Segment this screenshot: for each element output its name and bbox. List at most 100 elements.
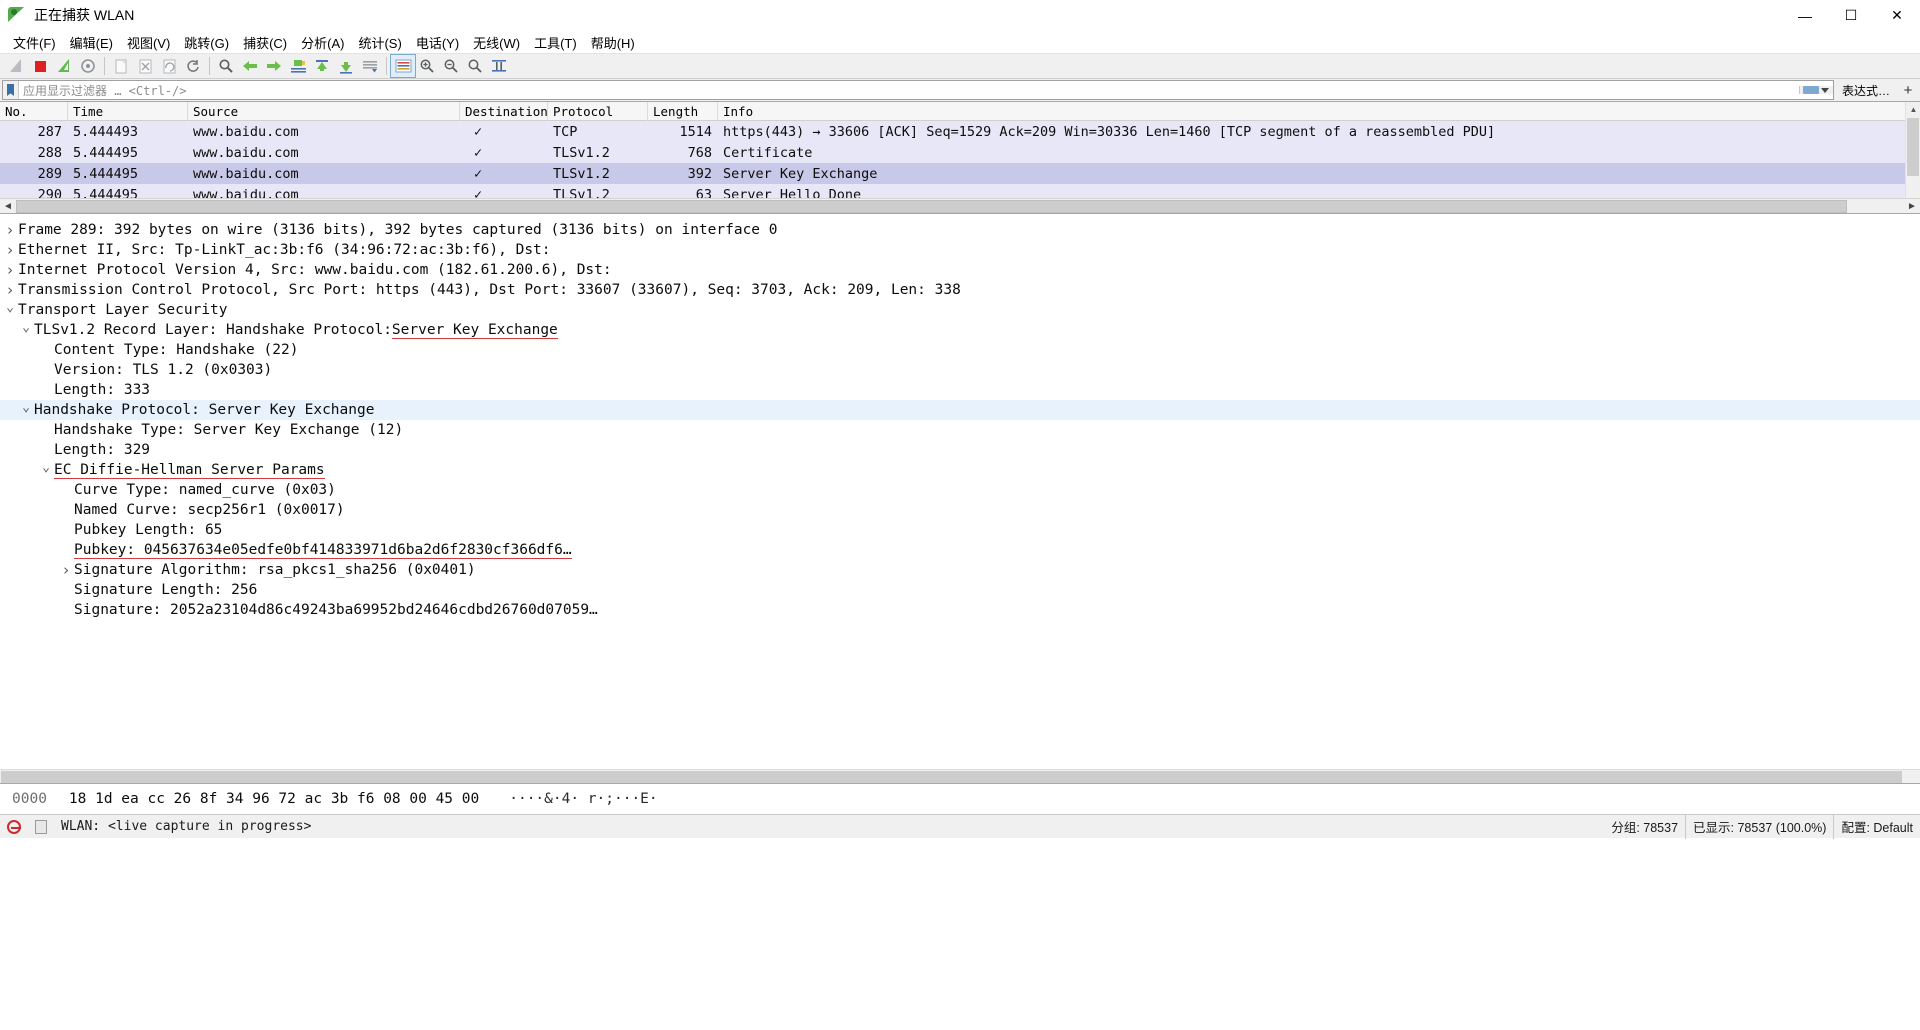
chevron-right-icon[interactable] bbox=[2, 243, 18, 258]
scroll-right-icon[interactable]: ► bbox=[1904, 198, 1920, 214]
close-file-icon[interactable] bbox=[157, 55, 181, 77]
tree-row-signature[interactable]: Signature: 2052a23104d86c49243ba69952bd2… bbox=[0, 600, 1920, 620]
tree-row-pubkey[interactable]: Pubkey: 045637634e05edfe0bf414833971d6ba… bbox=[0, 540, 1920, 560]
column-header-no[interactable]: No. bbox=[0, 101, 68, 121]
menu-edit[interactable]: 编辑(E) bbox=[63, 31, 120, 54]
tree-row-named-curve[interactable]: Named Curve: secp256r1 (0x0017) bbox=[0, 500, 1920, 520]
tree-row-ecdh-server-params[interactable]: EC Diffie-Hellman Server Params bbox=[0, 460, 1920, 480]
tree-row-ipv4[interactable]: Internet Protocol Version 4, Src: www.ba… bbox=[0, 260, 1920, 280]
menu-tools[interactable]: 工具(T) bbox=[527, 31, 584, 54]
tree-row-signature-algorithm[interactable]: Signature Algorithm: rsa_pkcs1_sha256 (0… bbox=[0, 560, 1920, 580]
tree-row-tcp[interactable]: Transmission Control Protocol, Src Port:… bbox=[0, 280, 1920, 300]
chevron-down-icon[interactable] bbox=[18, 324, 34, 337]
tree-row-tls[interactable]: Transport Layer Security bbox=[0, 300, 1920, 320]
maximize-button[interactable]: ☐ bbox=[1828, 0, 1874, 31]
tree-row-content-type[interactable]: Content Type: Handshake (22) bbox=[0, 340, 1920, 360]
tree-row-handshake-protocol[interactable]: Handshake Protocol: Server Key Exchange bbox=[0, 400, 1920, 420]
zoom-in-icon[interactable] bbox=[415, 55, 439, 77]
tree-row-curve-type[interactable]: Curve Type: named_curve (0x03) bbox=[0, 480, 1920, 500]
chevron-down-icon[interactable] bbox=[2, 304, 18, 317]
packet-bytes-pane[interactable]: 0000 18 1d ea cc 26 8f 34 96 72 ac 3b f6… bbox=[0, 783, 1920, 814]
chevron-down-icon[interactable] bbox=[18, 404, 34, 417]
minimize-button[interactable]: — bbox=[1782, 0, 1828, 31]
menu-capture[interactable]: 捕获(C) bbox=[236, 31, 294, 54]
zoom-out-icon[interactable] bbox=[439, 55, 463, 77]
restart-capture-icon[interactable] bbox=[52, 55, 76, 77]
tree-row-frame[interactable]: Frame 289: 392 bytes on wire (3136 bits)… bbox=[0, 220, 1920, 240]
column-header-info[interactable]: Info bbox=[718, 101, 1920, 121]
table-row[interactable]: 290 5.444495 www.baidu.com ✓ TLSv1.2 63 … bbox=[0, 184, 1920, 198]
menu-view[interactable]: 视图(V) bbox=[120, 31, 177, 54]
capture-options-icon[interactable] bbox=[76, 55, 100, 77]
packet-list-body: 287 5.444493 www.baidu.com ✓ TCP 1514 ht… bbox=[0, 121, 1920, 198]
tree-row-pubkey-length[interactable]: Pubkey Length: 65 bbox=[0, 520, 1920, 540]
packet-list-vertical-scrollbar[interactable]: ▲ ▼ bbox=[1905, 102, 1920, 213]
menu-file[interactable]: 文件(F) bbox=[6, 31, 63, 54]
go-to-packet-icon[interactable] bbox=[286, 55, 310, 77]
chevron-right-icon[interactable] bbox=[2, 223, 18, 238]
auto-scroll-icon[interactable] bbox=[358, 55, 382, 77]
cell-destination: ✓ bbox=[474, 186, 483, 199]
table-row[interactable]: 288 5.444495 www.baidu.com ✓ TLSv1.2 768… bbox=[0, 142, 1920, 163]
chevron-right-icon[interactable] bbox=[2, 283, 18, 298]
column-header-source[interactable]: Source bbox=[188, 101, 460, 121]
chevron-right-icon[interactable] bbox=[2, 263, 18, 278]
window-controls: — ☐ ✕ bbox=[1782, 0, 1920, 31]
display-filter-input[interactable]: 应用显示过滤器 … <Ctrl-/> bbox=[2, 80, 1834, 100]
add-filter-button[interactable]: + bbox=[1898, 80, 1918, 100]
filter-expression-button[interactable]: 表达式… bbox=[1833, 80, 1898, 100]
bookmark-icon[interactable] bbox=[3, 81, 19, 99]
filter-apply-dropdown[interactable] bbox=[1798, 86, 1833, 94]
tree-label-highlighted: Pubkey: 045637634e05edfe0bf414833971d6ba… bbox=[74, 541, 572, 559]
resize-columns-icon[interactable] bbox=[487, 55, 511, 77]
open-file-icon[interactable] bbox=[109, 55, 133, 77]
tree-row-tls-record-layer[interactable]: TLSv1.2 Record Layer: Handshake Protocol… bbox=[0, 320, 1920, 340]
tree-row-record-length[interactable]: Length: 333 bbox=[0, 380, 1920, 400]
stop-capture-icon[interactable] bbox=[28, 55, 52, 77]
go-first-packet-icon[interactable] bbox=[310, 55, 334, 77]
go-last-packet-icon[interactable] bbox=[334, 55, 358, 77]
menu-go[interactable]: 跳转(G) bbox=[177, 31, 236, 54]
find-packet-icon[interactable] bbox=[214, 55, 238, 77]
tree-row-handshake-type[interactable]: Handshake Type: Server Key Exchange (12) bbox=[0, 420, 1920, 440]
column-header-protocol[interactable]: Protocol bbox=[548, 101, 648, 121]
menu-analyze[interactable]: 分析(A) bbox=[294, 31, 351, 54]
profile-label[interactable]: 配置: Default bbox=[1834, 815, 1920, 839]
menu-statistics[interactable]: 统计(S) bbox=[351, 31, 408, 54]
scrollbar-track[interactable] bbox=[16, 199, 1904, 213]
go-back-icon[interactable] bbox=[238, 55, 262, 77]
cell-source: www.baidu.com bbox=[193, 165, 299, 182]
go-forward-icon[interactable] bbox=[262, 55, 286, 77]
cell-info: Server Key Exchange bbox=[723, 165, 878, 182]
table-row-selected[interactable]: 289 5.444495 www.baidu.com ✓ TLSv1.2 392… bbox=[0, 163, 1920, 184]
start-capture-icon[interactable] bbox=[4, 55, 28, 77]
save-file-icon[interactable] bbox=[133, 55, 157, 77]
chevron-right-icon[interactable] bbox=[58, 563, 74, 578]
scrollbar-thumb[interactable] bbox=[16, 199, 1848, 213]
table-row[interactable]: 287 5.444493 www.baidu.com ✓ TCP 1514 ht… bbox=[0, 121, 1920, 142]
detail-pane-horizontal-scrollbar[interactable] bbox=[0, 769, 1920, 783]
menu-wireless[interactable]: 无线(W) bbox=[466, 31, 527, 54]
menu-telephony[interactable]: 电话(Y) bbox=[409, 31, 466, 54]
cell-length: 1514 bbox=[679, 123, 712, 140]
scroll-left-icon[interactable]: ◄ bbox=[0, 198, 16, 214]
tree-row-signature-length[interactable]: Signature Length: 256 bbox=[0, 580, 1920, 600]
scroll-up-icon[interactable]: ▲ bbox=[1906, 102, 1920, 117]
tree-row-handshake-length[interactable]: Length: 329 bbox=[0, 440, 1920, 460]
reload-file-icon[interactable] bbox=[181, 55, 205, 77]
colorize-icon[interactable] bbox=[390, 54, 416, 78]
file-icon[interactable] bbox=[28, 815, 54, 839]
tree-row-ethernet[interactable]: Ethernet II, Src: Tp-LinkT_ac:3b:f6 (34:… bbox=[0, 240, 1920, 260]
capture-status-icon[interactable] bbox=[0, 815, 28, 839]
menu-help[interactable]: 帮助(H) bbox=[584, 31, 642, 54]
chevron-down-icon[interactable] bbox=[38, 464, 54, 477]
close-button[interactable]: ✕ bbox=[1874, 0, 1920, 31]
zoom-reset-icon[interactable] bbox=[463, 55, 487, 77]
scrollbar-thumb[interactable] bbox=[1907, 118, 1919, 176]
packet-list-horizontal-scrollbar[interactable]: ◄ ► bbox=[0, 198, 1920, 214]
column-header-time[interactable]: Time bbox=[68, 101, 188, 121]
column-header-destination[interactable]: Destination bbox=[460, 101, 548, 121]
column-header-length[interactable]: Length bbox=[648, 101, 718, 121]
scrollbar-thumb[interactable] bbox=[1, 771, 1902, 783]
tree-row-version[interactable]: Version: TLS 1.2 (0x0303) bbox=[0, 360, 1920, 380]
